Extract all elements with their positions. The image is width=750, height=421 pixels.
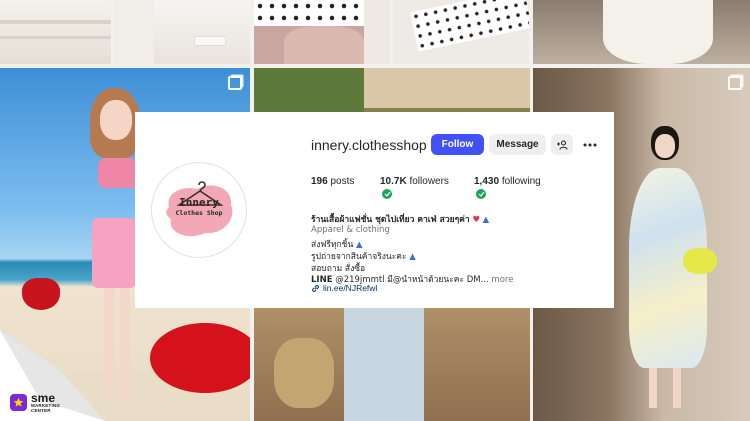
multiple-photos-icon [228,76,242,90]
verified-check-icon [382,189,392,199]
bio-link-text: lin.ee/NJRefwl [323,283,378,293]
sme-marketing-center-logo: sme MARKETING CENTER [10,392,60,413]
dress-emoji-icon: ▲ [409,252,416,262]
profile-username: innery.clothesshop [311,137,427,153]
more-link[interactable]: more [489,275,513,285]
profile-avatar[interactable]: Innery Clothes Shop [151,162,247,258]
heart-emoji-icon: ♥ [472,215,480,225]
post-thumbnail[interactable] [393,0,529,64]
multiple-photos-icon [728,76,742,90]
follow-button[interactable]: Follow [431,134,484,155]
post-thumbnail[interactable] [114,0,250,64]
following-label: following [501,176,541,187]
posts-label: posts [330,176,355,187]
post-thumbnail[interactable] [254,0,390,64]
avatar-logo-subtitle: Clothes Shop [175,209,223,217]
posts-count: 196 [311,176,328,187]
suggest-accounts-button[interactable] [551,134,573,155]
post-thumbnail[interactable] [533,0,750,64]
add-person-icon [556,139,568,150]
link-icon [312,284,319,292]
following-count: 1,430 [474,176,500,187]
dress-emoji-icon: ▲ [482,215,490,225]
bio-category: Apparel & clothing [311,225,390,235]
posts-stat: 196 posts [311,176,354,187]
bio-name-text: ร้านเสื้อผ้าแฟชั่น ชุดไปเที่ยว คาเฟ่ สวย… [311,215,470,225]
more-options-button[interactable] [581,134,599,155]
post-thumbnail[interactable] [0,0,111,64]
bio-name: ร้านเสื้อผ้าแฟชั่น ชุดไปเที่ยว คาเฟ่ สวย… [311,212,489,226]
logo-sub-text: CENTER [31,407,51,413]
profile-header-card: Innery Clothes Shop innery.clothesshop F… [135,112,614,308]
sme-star-logo-icon [10,394,27,411]
verified-check-icon [476,189,486,199]
message-button[interactable]: Message [489,134,546,155]
followers-count: 10.7K [380,176,407,187]
more-dots-icon [583,143,597,146]
bio-link[interactable]: lin.ee/NJRefwl [311,283,377,293]
following-stat[interactable]: 1,430 following [474,176,541,187]
followers-stat[interactable]: 10.7K followers [380,176,449,187]
followers-label: followers [409,176,449,187]
avatar-logo-title: Innery [179,196,219,209]
